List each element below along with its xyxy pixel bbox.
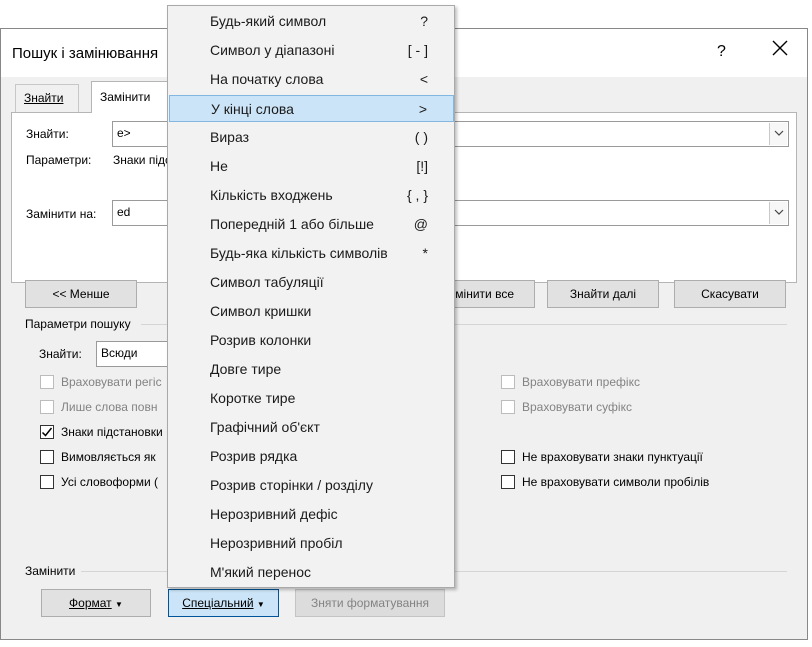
special-button-label: Спеціальний [182, 596, 254, 610]
menu-item[interactable]: Розрив рядка [169, 443, 454, 470]
menu-item-label: Розрив сторінки / розділу [210, 477, 373, 493]
match-prefix-label: Враховувати префікс [522, 375, 640, 389]
menu-item[interactable]: На початку слова < [169, 66, 454, 93]
menu-item[interactable]: Вираз ( ) [169, 124, 454, 151]
menu-item-label: Розрив рядка [210, 448, 298, 464]
menu-item-shortcut: @ [413, 216, 428, 232]
menu-item-label: Графічний об'єкт [210, 419, 320, 435]
chevron-down-icon: ▼ [115, 600, 123, 609]
menu-item[interactable]: Будь-яка кількість символів * [169, 240, 454, 267]
menu-item[interactable]: Символ у діапазоні [ - ] [169, 37, 454, 64]
menu-item-label: Нерозривний пробіл [210, 535, 343, 551]
menu-item-label: Нерозривний дефіс [210, 506, 338, 522]
whole-words-label: Лише слова повн [61, 400, 158, 414]
ignore-punctuation-label: Не враховувати знаки пунктуації [522, 450, 703, 464]
close-icon[interactable] [771, 39, 791, 59]
menu-item[interactable]: Не [!] [169, 153, 454, 180]
menu-item-label: На початку слова [210, 71, 324, 87]
menu-item-label: Кількість входжень [210, 187, 333, 203]
tab-replace-label: Замінити [100, 90, 151, 104]
tab-find[interactable]: Знайти [15, 84, 79, 112]
format-button-label: Формат [69, 596, 112, 610]
dialog-title: Пошук і замінювання [12, 45, 159, 62]
menu-item-label: Вираз [210, 129, 249, 145]
menu-item[interactable]: Довге тире [169, 356, 454, 383]
special-menu: Будь-який символ? Символ у діапазоні [ - ]… [167, 5, 455, 588]
less-button[interactable]: << Менше [25, 280, 137, 308]
replace-dropdown-arrow[interactable] [769, 202, 787, 224]
format-button[interactable]: Формат ▼ [41, 589, 151, 617]
menu-item-shortcut: > [418, 101, 427, 117]
menu-item-label: Довге тире [210, 361, 282, 377]
params-label: Параметри: [26, 153, 92, 167]
search-in-select[interactable]: Всюди [96, 341, 176, 367]
menu-item-label: Будь-який символ [210, 13, 327, 29]
match-suffix-label: Враховувати суфікс [522, 400, 632, 414]
menu-item-label: Попередній 1 або більше [210, 216, 374, 232]
menu-item-shortcut: ? [420, 13, 428, 29]
search-options-title: Параметри пошуку [25, 317, 131, 331]
chevron-down-icon: ▼ [256, 600, 265, 609]
menu-item-label: Не [210, 158, 228, 174]
menu-item-shortcut: * [422, 245, 428, 261]
special-button[interactable]: Спеціальний ▼ [168, 589, 279, 617]
menu-item[interactable]: Розрив сторінки / розділу [169, 472, 454, 499]
help-button[interactable]: ? [717, 43, 726, 61]
ignore-whitespace-label: Не враховувати символи пробілів [522, 475, 710, 489]
match-suffix-checkbox[interactable] [501, 400, 515, 414]
menu-item-label: Будь-яка кількість символів [210, 245, 388, 261]
search-in-value: Всюди [101, 346, 138, 360]
menu-item[interactable]: Нерозривний пробіл [169, 530, 454, 557]
all-word-forms-label: Усі словоформи ( [61, 475, 159, 489]
ignore-whitespace-checkbox[interactable] [501, 475, 515, 489]
tab-replace[interactable]: Замінити [91, 81, 171, 113]
menu-item-shortcut: [ - ] [407, 42, 428, 58]
menu-item[interactable]: Символ кришки [169, 298, 454, 325]
sounds-like-label: Вимовляється як [61, 450, 156, 464]
menu-item[interactable]: У кінці слова > [169, 95, 454, 122]
menu-item-shortcut: < [419, 71, 428, 87]
menu-item-shortcut: [!] [416, 158, 428, 174]
menu-item[interactable]: Будь-який символ? [169, 8, 454, 35]
replace-label: Замінити на: [26, 207, 97, 221]
menu-item-label: Символ кришки [210, 303, 312, 319]
menu-item[interactable]: Розрив колонки [169, 327, 454, 354]
params-value: Знаки підс [113, 153, 172, 167]
menu-item-shortcut: ( ) [414, 129, 428, 145]
menu-item-label: У кінці слова [211, 101, 294, 117]
match-case-checkbox[interactable] [40, 375, 54, 389]
tab-find-label: Знайти [24, 91, 64, 105]
menu-item[interactable]: Символ табуляції [169, 269, 454, 296]
cancel-button[interactable]: Скасувати [674, 280, 786, 308]
menu-item-shortcut: { , } [406, 187, 428, 203]
whole-words-checkbox[interactable] [40, 400, 54, 414]
menu-item-label: Коротке тире [210, 390, 296, 406]
menu-item-label: Символ у діапазоні [210, 42, 335, 58]
replace-input-value: ed [117, 205, 131, 219]
match-case-label: Враховувати регіс [61, 375, 162, 389]
all-word-forms-checkbox[interactable] [40, 475, 54, 489]
menu-item[interactable]: Коротке тире [169, 385, 454, 412]
menu-item[interactable]: Кількість входжень { , } [169, 182, 454, 209]
menu-item[interactable]: Графічний об'єкт [169, 414, 454, 441]
find-next-button[interactable]: Знайти далі [547, 280, 659, 308]
menu-item[interactable]: Попередній 1 або більше @ [169, 211, 454, 238]
search-in-label: Знайти: [39, 347, 82, 361]
replace-section-title: Замінити [25, 564, 76, 578]
sounds-like-checkbox[interactable] [40, 450, 54, 464]
ignore-punctuation-checkbox[interactable] [501, 450, 515, 464]
menu-item[interactable]: Нерозривний дефіс [169, 501, 454, 528]
wildcards-label: Знаки підстановки [61, 425, 163, 439]
menu-item-label: Розрив колонки [210, 332, 312, 348]
wildcards-checkbox[interactable] [40, 425, 54, 439]
find-label: Знайти: [26, 127, 69, 141]
menu-item-label: М'який перенос [210, 564, 312, 580]
match-prefix-checkbox[interactable] [501, 375, 515, 389]
find-dropdown-arrow[interactable] [769, 123, 787, 145]
no-formatting-button[interactable]: Зняти форматування [295, 589, 445, 617]
find-input-value: e> [117, 126, 131, 140]
menu-item[interactable]: М'який перенос [169, 559, 454, 586]
menu-item-label: Символ табуляції [210, 274, 324, 290]
